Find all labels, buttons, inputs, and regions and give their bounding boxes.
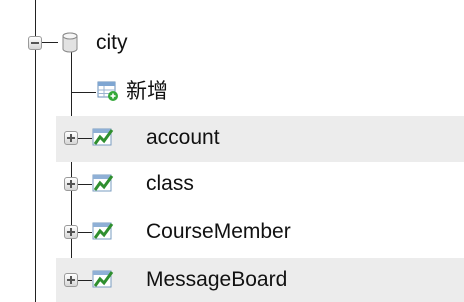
navigation-tree: city 新增 account class CourseMember Messa… <box>0 0 464 302</box>
expand-toggle[interactable] <box>64 225 78 239</box>
tree-connector <box>78 232 92 233</box>
collapse-toggle[interactable] <box>28 36 42 50</box>
table-label[interactable]: MessageBoard <box>146 268 287 292</box>
add-table-icon <box>97 81 118 101</box>
table-label[interactable]: CourseMember <box>146 220 291 244</box>
expand-toggle[interactable] <box>64 273 78 287</box>
table-row[interactable]: MessageBoard <box>56 258 464 302</box>
tree-connector <box>78 138 92 139</box>
table-row[interactable]: class <box>56 162 464 208</box>
table-label[interactable]: account <box>146 126 220 150</box>
expand-toggle[interactable] <box>64 177 78 191</box>
table-label[interactable]: class <box>146 172 194 196</box>
database-icon <box>62 32 78 53</box>
tree-connector <box>78 184 92 185</box>
table-chart-icon <box>92 128 114 146</box>
expand-toggle[interactable] <box>64 131 78 145</box>
add-table-label[interactable]: 新增 <box>126 80 168 104</box>
database-node-city[interactable]: city <box>0 22 200 68</box>
table-chart-icon <box>92 270 114 288</box>
table-row[interactable]: CourseMember <box>56 210 464 256</box>
table-chart-icon <box>92 174 114 192</box>
table-chart-icon <box>92 222 114 240</box>
table-row[interactable]: account <box>56 116 464 162</box>
add-table-item[interactable]: 新增 <box>0 70 220 116</box>
tree-connector <box>72 92 96 93</box>
tree-connector <box>78 280 92 281</box>
database-label[interactable]: city <box>96 31 128 55</box>
